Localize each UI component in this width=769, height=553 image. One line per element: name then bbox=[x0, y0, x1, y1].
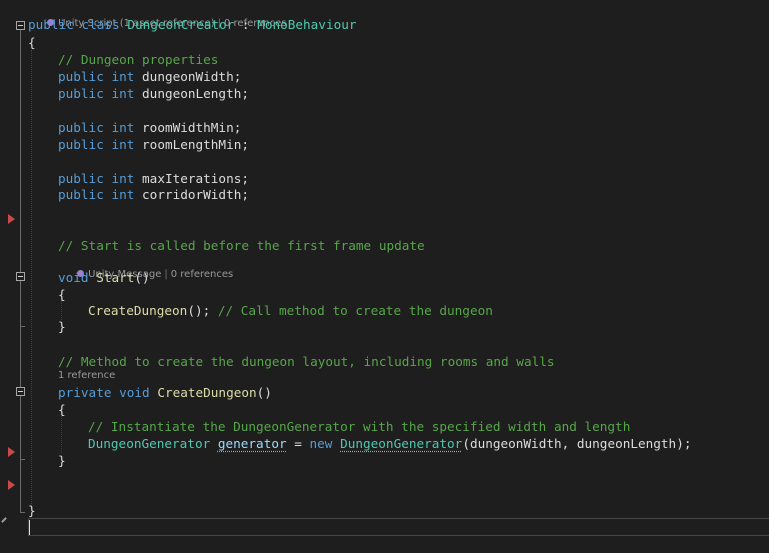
code-line[interactable]: public int dungeonLength; bbox=[0, 85, 769, 102]
code-line[interactable]: } bbox=[0, 452, 769, 469]
code-line[interactable]: CreateDungeon(); // Call method to creat… bbox=[0, 302, 769, 319]
code-editor[interactable]: Unity Script (1 asset reference) | 0 refer… bbox=[0, 0, 769, 553]
code-line[interactable]: public int corridorWidth; bbox=[0, 186, 769, 203]
code-line[interactable]: // Start is called before the first fram… bbox=[0, 237, 769, 254]
code-line[interactable]: { bbox=[0, 286, 769, 303]
codelens-create-dungeon: 1 reference bbox=[0, 369, 769, 383]
codelens-class: Unity Script (1 asset reference) | 0 refer… bbox=[0, 3, 769, 29]
constructor-call: DungeonGenerator bbox=[340, 436, 463, 451]
code-line[interactable]: // Instantiate the DungeonGenerator with… bbox=[0, 418, 769, 435]
code-line[interactable]: // Dungeon properties bbox=[0, 51, 769, 68]
current-line-highlight bbox=[28, 518, 769, 536]
code-line[interactable]: private void CreateDungeon() bbox=[0, 384, 769, 401]
code-line[interactable]: { bbox=[0, 34, 769, 51]
codelens-references[interactable]: 1 reference bbox=[58, 370, 115, 381]
code-line[interactable]: { bbox=[0, 401, 769, 418]
code-line[interactable]: } bbox=[0, 502, 769, 519]
codelens-start: Unity Message | 0 references bbox=[0, 254, 769, 280]
generator-variable: generator bbox=[217, 436, 287, 451]
code-line[interactable]: DungeonGenerator generator = new Dungeon… bbox=[0, 435, 769, 452]
code-line[interactable]: } bbox=[0, 318, 769, 335]
code-line[interactable]: public int roomWidthMin; bbox=[0, 119, 769, 136]
text-caret bbox=[29, 520, 30, 535]
code-line[interactable]: void Start() bbox=[0, 269, 769, 286]
code-line[interactable]: public class DungeonCreator : MonoBehavi… bbox=[0, 16, 769, 33]
code-line[interactable]: public int roomLengthMin; bbox=[0, 136, 769, 153]
class-name: DungeonCreator bbox=[127, 17, 235, 32]
base-class-name: MonoBehaviour bbox=[257, 17, 357, 32]
code-line[interactable]: public int maxIterations; bbox=[0, 170, 769, 187]
code-line[interactable]: // Method to create the dungeon layout, … bbox=[0, 353, 769, 370]
code-line[interactable]: public int dungeonWidth; bbox=[0, 68, 769, 85]
